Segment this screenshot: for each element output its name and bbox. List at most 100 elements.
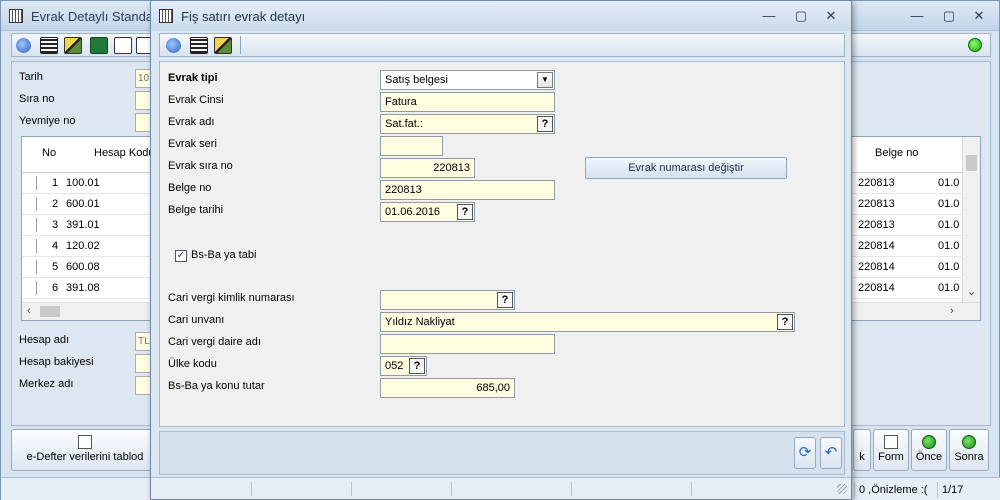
dialog-app-icon [159,9,173,23]
once-button-label: Önce [915,451,943,463]
row-hesap: 100.01 [66,177,100,189]
status-separator [451,482,452,496]
cari-unvani-field[interactable]: Yıldız Nakliyat ? [380,312,795,332]
sira-no-label: Sıra no [19,93,55,105]
row-selector [25,176,37,190]
help-icon[interactable] [166,38,181,53]
minimize-icon[interactable]: — [905,7,929,25]
calculator-icon[interactable] [190,37,208,54]
evrak-tipi-label: Evrak tipi [168,72,218,84]
yevmiye-no-label: Yevmiye no [19,115,76,127]
date-lookup-icon[interactable]: ? [457,204,473,220]
scroll-down-icon[interactable]: ⌄ [967,285,976,298]
sonra-button[interactable]: Sonra [949,429,989,471]
cari-vergi-kimlik-field[interactable]: ? [380,290,515,310]
close-icon[interactable]: ✕ [967,7,991,25]
toolbar-separator [240,36,241,54]
evrak-seri-field[interactable] [380,136,443,156]
belge-tarihi-label: Belge tarihi [168,204,224,216]
form-button[interactable]: Form [873,429,909,471]
evrak-adi-field[interactable]: Sat.fat.: ? [380,114,555,134]
tarih-label: Tarih [19,71,43,83]
row-selector [25,281,37,295]
bsba-tabi-checkbox[interactable]: ✓ [175,250,187,262]
resize-grip-icon[interactable] [837,484,847,494]
edit-icon[interactable] [64,37,82,54]
evrak-cinsi-field[interactable]: Fatura [380,92,555,112]
k-button[interactable]: k [853,429,871,471]
grid-vertical-scrollbar[interactable]: ⌄ [962,137,980,303]
dialog-title: Fiş satırı evrak detayı [181,9,306,24]
sonra-button-label: Sonra [954,451,984,463]
background-window-title: Evrak Detaylı Standart [31,9,162,24]
evrak-adi-value: Sat.fat.: [385,118,423,130]
row-selector [25,239,37,253]
row-tarih: 01.0 [938,177,960,189]
dialog-status-bar [151,477,851,499]
row-hesap: 600.01 [66,198,100,210]
dialog-toolbar [159,33,845,57]
hesap-adi-label: Hesap adı [19,334,70,346]
dialog-close-icon[interactable]: ✕ [819,7,843,25]
dialog-maximize-icon[interactable]: ▢ [789,7,813,25]
row-tarih: 01.0 [938,282,960,294]
belge-tarihi-field[interactable]: 01.06.2016 ? [380,202,475,222]
once-button[interactable]: Önce [911,429,947,471]
app-icon [9,9,23,23]
maximize-icon[interactable]: ▢ [937,7,961,25]
evrak-numarasi-degistir-button[interactable]: Evrak numarası değiştir [585,157,787,179]
row-selector [25,260,37,274]
cari-vergi-daire-field[interactable] [380,334,555,354]
dialog-minimize-icon[interactable]: — [757,7,781,25]
row-no: 4 [52,240,59,252]
status-green-icon [968,38,982,52]
edit-icon[interactable] [214,37,232,54]
forward-arrow-icon [962,435,976,449]
help-icon[interactable] [16,38,31,53]
row-hesap: 600.08 [66,261,100,273]
evrak-sira-no-label: Evrak sıra no [168,160,233,172]
row-no: 2 [52,198,59,210]
row-belge: 220813 [858,219,895,231]
refresh-icon[interactable]: ⟳ [794,437,816,469]
status-separator [251,482,252,496]
chevron-down-icon[interactable]: ▼ [537,72,553,88]
page-status: 1/17 [937,482,963,498]
lookup-icon[interactable]: ? [497,292,513,308]
lookup-icon[interactable]: ? [409,358,425,374]
evrak-sira-no-field[interactable]: 220813 [380,158,475,178]
belge-no-field[interactable]: 220813 [380,180,555,200]
bsba-tutar-field[interactable]: 685,00 [380,378,515,398]
row-tarih: 01.0 [938,198,960,210]
row-tarih: 01.0 [938,261,960,273]
belge-tarihi-value: 01.06.2016 [385,206,441,218]
document-icon [78,435,92,449]
grid-col-no[interactable]: No [42,147,56,159]
cari-unvani-value: Yıldız Nakliyat [385,316,455,328]
grid-col-hesap-kodu[interactable]: Hesap Kodu [94,147,155,159]
calculator-icon[interactable] [40,37,58,54]
evrak-seri-label: Evrak seri [168,138,217,150]
lookup-icon[interactable]: ? [777,314,793,330]
status-separator [351,482,352,496]
row-tarih: 01.0 [938,240,960,252]
evrak-tipi-value: Satış belgesi [385,74,448,86]
row-hesap: 391.01 [66,219,100,231]
edefter-button[interactable]: e-Defter verilerini tablod [11,429,159,471]
undo-icon[interactable]: ↶ [820,437,842,469]
grid-col-belge-no[interactable]: Belge no [875,147,918,159]
ulke-kodu-field[interactable]: 052 ? [380,356,427,376]
vertical-scroll-thumb[interactable] [966,155,977,171]
edefter-button-label: e-Defter verilerini tablod [26,451,144,463]
horizontal-scroll-thumb[interactable] [40,306,60,317]
ulke-kodu-label: Ülke kodu [168,358,217,370]
excel-icon[interactable] [90,37,108,54]
lookup-icon[interactable]: ? [537,116,553,132]
scroll-right-icon[interactable]: › [950,305,954,317]
scroll-left-icon[interactable]: ‹ [27,305,31,317]
bsba-tutar-label: Bs-Ba ya konu tutar [168,380,265,392]
row-no: 6 [52,282,59,294]
row-selector [25,218,37,232]
evrak-tipi-select[interactable]: Satış belgesi ▼ [380,70,555,90]
document-icon[interactable] [114,37,132,54]
